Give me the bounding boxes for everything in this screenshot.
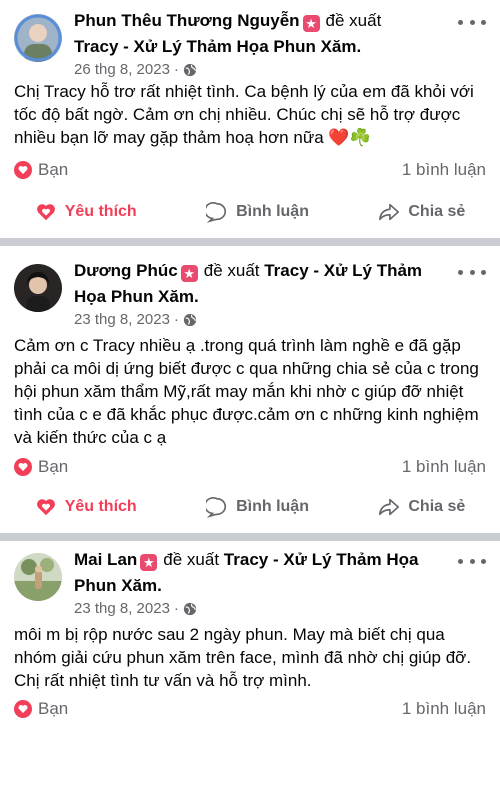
author-avatar[interactable] — [14, 553, 62, 601]
more-dots-icon[interactable] — [458, 551, 486, 571]
reaction-label: Bạn — [38, 160, 69, 179]
comment-label: Bình luận — [236, 498, 309, 515]
comment-label: Bình luận — [236, 203, 309, 220]
post-header: Mai Lan ★ đề xuất Tracy - Xử Lý Thảm Họa P… — [74, 547, 450, 619]
post-text: môi m bị rộp nước sau 2 ngày phun. May m… — [14, 625, 472, 690]
reaction-summary[interactable]: Bạn — [14, 699, 68, 719]
heart-icon — [14, 700, 32, 718]
post-header: Phun Thêu Thương Nguyễn ★ đề xuất Tracy - … — [74, 8, 450, 80]
post-card: Phun Thêu Thương Nguyễn ★ đề xuất Tracy - … — [0, 0, 500, 238]
comment-bubble-icon — [206, 497, 227, 518]
post-date[interactable]: 23 thg 8, 2023 — [74, 310, 170, 330]
post-meta: 23 thg 8, 2023 · — [74, 599, 450, 619]
like-label: Yêu thích — [64, 498, 137, 515]
share-arrow-icon — [379, 498, 400, 516]
share-label: Chia sẻ — [408, 203, 466, 220]
post-date[interactable]: 23 thg 8, 2023 — [74, 599, 170, 619]
share-arrow-icon — [379, 203, 400, 221]
comment-button[interactable]: Bình luận — [206, 496, 309, 518]
like-button[interactable]: Yêu thích — [35, 201, 137, 223]
post-date[interactable]: 26 thg 8, 2023 — [74, 60, 170, 80]
reaction-bar: Bạn 1 bình luận — [14, 699, 486, 719]
post-separator — [0, 238, 500, 246]
comment-count[interactable]: 1 bình luận — [402, 699, 486, 719]
recommend-verb: đề xuất — [325, 11, 382, 30]
author-name[interactable]: Dương Phúc — [74, 261, 178, 280]
heart-icon — [36, 204, 55, 221]
author-name[interactable]: Mai Lan — [74, 550, 137, 569]
globe-icon — [183, 63, 197, 77]
share-button[interactable]: Chia sẻ — [378, 496, 465, 518]
post-header: Dương Phúc ★ đề xuất Tracy - Xử Lý Thảm Họ… — [74, 258, 450, 330]
comment-count[interactable]: 1 bình luận — [402, 457, 486, 477]
globe-icon — [183, 602, 197, 616]
action-bar: Yêu thích Bình luận Chia sẻ — [0, 192, 500, 232]
author-avatar[interactable] — [14, 14, 62, 62]
more-dots-icon[interactable] — [458, 262, 486, 282]
reaction-summary[interactable]: Bạn — [14, 160, 68, 180]
reaction-bar: Bạn 1 bình luận — [14, 457, 486, 477]
reaction-summary[interactable]: Bạn — [14, 457, 68, 477]
reaction-label: Bạn — [38, 457, 69, 476]
reaction-bar: Bạn 1 bình luận — [14, 160, 486, 180]
like-label: Yêu thích — [64, 203, 137, 220]
action-bar: Yêu thích Bình luận Chia sẻ — [0, 487, 500, 527]
post-meta: 26 thg 8, 2023 · — [74, 60, 450, 80]
share-button[interactable]: Chia sẻ — [378, 201, 465, 223]
post-card: Mai Lan ★ đề xuất Tracy - Xử Lý Thảm Họa P… — [0, 541, 500, 800]
heart-icon — [36, 499, 55, 516]
post-meta: 23 thg 8, 2023 · — [74, 310, 450, 330]
share-label: Chia sẻ — [408, 498, 466, 515]
heart-icon — [14, 161, 32, 179]
star-badge-icon: ★ — [180, 265, 198, 282]
globe-icon — [183, 313, 197, 327]
author-name[interactable]: Phun Thêu Thương Nguyễn — [74, 11, 300, 30]
comment-button[interactable]: Bình luận — [206, 201, 309, 223]
star-badge-icon: ★ — [140, 554, 158, 571]
comment-count[interactable]: 1 bình luận — [402, 160, 486, 180]
star-badge-icon: ★ — [302, 15, 320, 32]
author-avatar[interactable] — [14, 264, 62, 312]
reaction-label: Bạn — [38, 699, 69, 718]
more-dots-icon[interactable] — [458, 12, 486, 32]
post-text: Cảm ơn c Tracy nhiều ạ .trong quá trình … — [14, 336, 479, 447]
recommend-verb: đề xuất — [163, 550, 220, 569]
emoji: ❤️☘️ — [328, 128, 371, 147]
post-separator — [0, 533, 500, 541]
heart-icon — [14, 458, 32, 476]
post-card: Dương Phúc ★ đề xuất Tracy - Xử Lý Thảm Họ… — [0, 246, 500, 533]
like-button[interactable]: Yêu thích — [35, 496, 137, 518]
post-text: Chị Tracy hỗ trơ rất nhiệt tình. Ca bệnh… — [14, 82, 474, 147]
comment-bubble-icon — [206, 202, 227, 223]
recommend-verb: đề xuất — [203, 261, 260, 280]
page-name[interactable]: Tracy - Xử Lý Thảm Họa Phun Xăm. — [74, 34, 450, 60]
